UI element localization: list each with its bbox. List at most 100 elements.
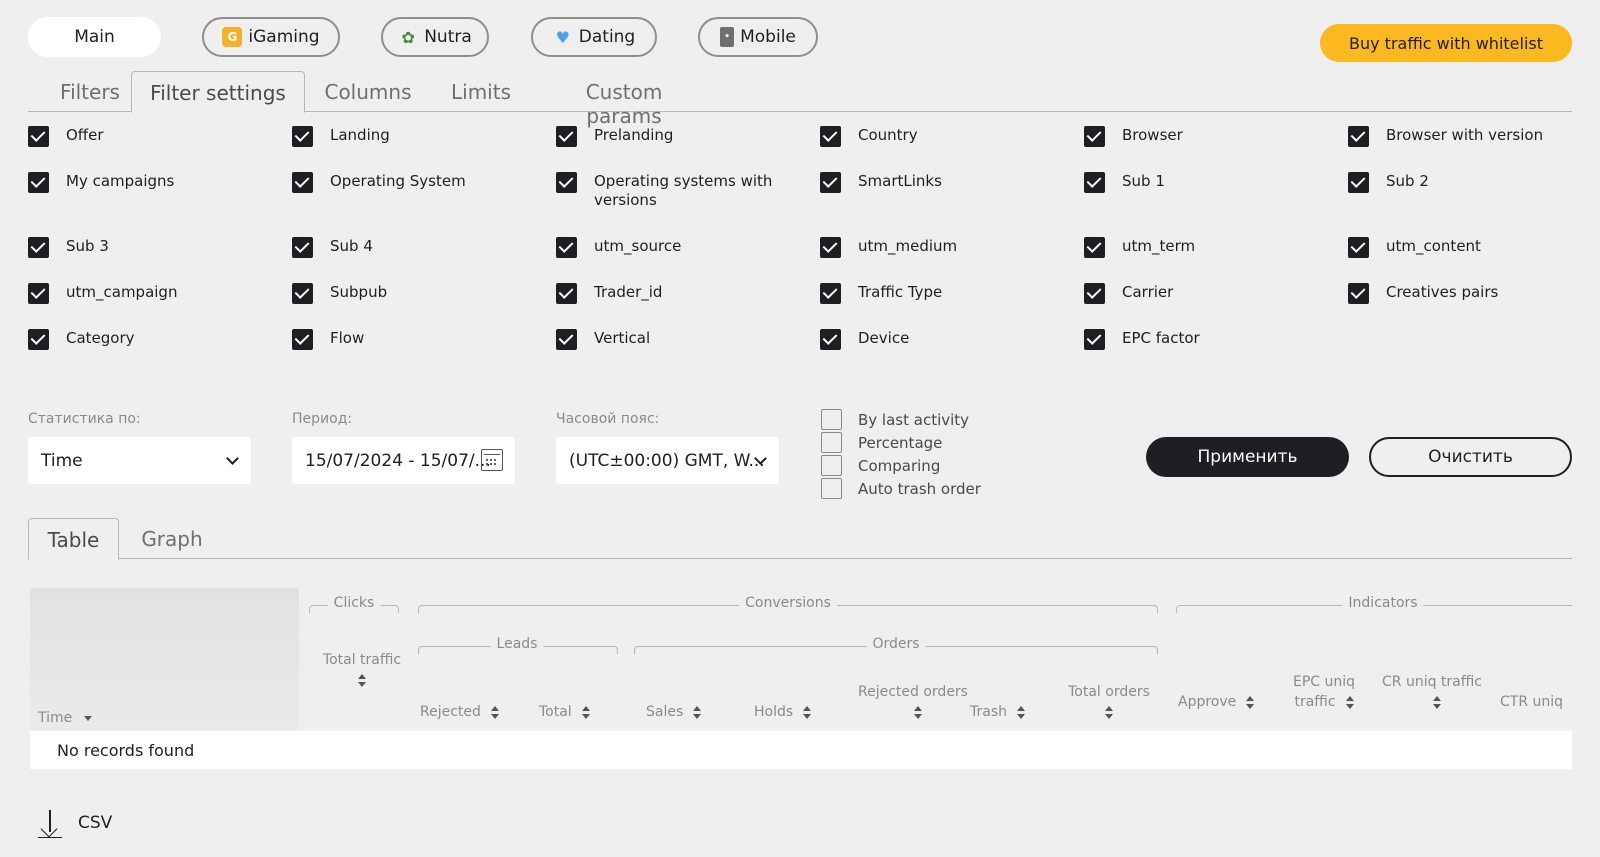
checkbox-checked-icon <box>1348 283 1369 304</box>
checkbox-smartlinks[interactable]: SmartLinks <box>820 172 1060 193</box>
checkbox-sub-1[interactable]: Sub 1 <box>1084 172 1324 193</box>
sort-icon <box>1105 705 1113 719</box>
csv-download-button[interactable]: CSV <box>36 808 112 838</box>
checkbox-utm-term[interactable]: utm_term <box>1084 237 1324 258</box>
vertical-main-button[interactable]: Main <box>28 17 161 57</box>
download-icon <box>36 808 64 838</box>
vertical-nutra-button[interactable]: ✿ Nutra <box>381 17 489 57</box>
option-percentage[interactable]: Percentage <box>821 432 942 453</box>
column-total[interactable]: Total <box>539 702 590 722</box>
apply-button[interactable]: Применить <box>1146 437 1349 477</box>
checkbox-sub-4[interactable]: Sub 4 <box>292 237 532 258</box>
column-ctr-uniq[interactable]: CTR uniq <box>1500 692 1563 712</box>
column-holds[interactable]: Holds <box>754 702 812 722</box>
checkbox-subpub[interactable]: Subpub <box>292 283 532 304</box>
time-column-header[interactable]: Time <box>30 588 299 730</box>
checkbox-checked-icon <box>28 283 49 304</box>
checkbox-checked-icon <box>1348 172 1369 193</box>
buy-traffic-button[interactable]: Buy traffic with whitelist <box>1320 24 1572 62</box>
checkbox-checked-icon <box>556 126 577 147</box>
column-cr-uniq-traffic[interactable]: CR uniq traffic <box>1382 672 1482 712</box>
clear-button[interactable]: Очистить <box>1369 437 1572 477</box>
vertical-igaming-button[interactable]: G iGaming <box>202 17 340 57</box>
checkbox-checked-icon <box>1084 126 1105 147</box>
tab-filters[interactable]: Filters <box>50 71 130 112</box>
timezone-value: (UTC±00:00) GMT, W... <box>569 450 765 471</box>
column-sales[interactable]: Sales <box>646 702 702 722</box>
checkbox-checked-icon <box>1084 329 1105 350</box>
checkbox-checked-icon <box>1084 172 1105 193</box>
checkbox-traffic-type[interactable]: Traffic Type <box>820 283 1060 304</box>
checkbox-prelanding[interactable]: Prelanding <box>556 126 796 147</box>
column-total-orders[interactable]: Total orders <box>1064 682 1154 722</box>
option-by-last-activity[interactable]: By last activity <box>821 409 969 430</box>
tab-limits[interactable]: Limits <box>446 71 516 112</box>
checkbox-flow[interactable]: Flow <box>292 329 532 350</box>
checkbox-utm-source[interactable]: utm_source <box>556 237 796 258</box>
checkbox-checked-icon <box>820 172 841 193</box>
checkbox-checked-icon <box>556 283 577 304</box>
checkbox-landing[interactable]: Landing <box>292 126 532 147</box>
checkbox-creatives-pairs[interactable]: Creatives pairs <box>1348 283 1588 304</box>
stats-by-label: Статистика по: <box>28 411 141 427</box>
vertical-label: Mobile <box>740 27 796 47</box>
checkbox-checked-icon <box>820 283 841 304</box>
checkbox-checked-icon <box>28 172 49 193</box>
checkbox-my-campaigns[interactable]: My campaigns <box>28 172 268 193</box>
dating-icon: ♥ <box>555 27 570 47</box>
checkbox-checked-icon <box>556 237 577 258</box>
checkbox-os-with-versions[interactable]: Operating systems with versions <box>556 172 776 210</box>
column-trash[interactable]: Trash <box>970 702 1025 722</box>
checkbox-checked-icon <box>1084 283 1105 304</box>
csv-label: CSV <box>78 813 113 833</box>
checkbox-utm-campaign[interactable]: utm_campaign <box>28 283 268 304</box>
checkbox-operating-system[interactable]: Operating System <box>292 172 532 193</box>
checkbox-carrier[interactable]: Carrier <box>1084 283 1324 304</box>
option-comparing[interactable]: Comparing <box>821 455 940 476</box>
tab-graph[interactable]: Graph <box>132 518 212 559</box>
vertical-label: Nutra <box>424 27 472 47</box>
checkbox-country[interactable]: Country <box>820 126 1060 147</box>
leads-group-label: Leads <box>490 636 544 652</box>
checkbox-checked-icon <box>1084 237 1105 258</box>
column-rejected[interactable]: Rejected <box>420 702 499 722</box>
checkbox-trader-id[interactable]: Trader_id <box>556 283 796 304</box>
vertical-mobile-button[interactable]: • Mobile <box>698 17 818 57</box>
checkbox-browser[interactable]: Browser <box>1084 126 1324 147</box>
checkbox-browser-with-version[interactable]: Browser with version <box>1348 126 1588 147</box>
timezone-select[interactable]: (UTC±00:00) GMT, W... <box>556 437 779 484</box>
sort-icon <box>693 705 702 719</box>
checkbox-utm-content[interactable]: utm_content <box>1348 237 1588 258</box>
checkbox-checked-icon <box>820 126 841 147</box>
checkbox-checked-icon <box>1348 237 1369 258</box>
tab-table[interactable]: Table <box>28 518 119 560</box>
checkbox-sub-2[interactable]: Sub 2 <box>1348 172 1588 193</box>
calendar-icon <box>481 449 503 471</box>
checkbox-checked-icon <box>556 172 577 193</box>
tab-custom-params[interactable]: Custom params <box>549 71 699 128</box>
period-picker[interactable]: 15/07/2024 - 15/07/... <box>292 437 515 484</box>
chevron-down-icon <box>226 452 239 465</box>
checkbox-category[interactable]: Category <box>28 329 268 350</box>
checkbox-device[interactable]: Device <box>820 329 1060 350</box>
checkbox-utm-medium[interactable]: utm_medium <box>820 237 1060 258</box>
settings-tabs: Filters Filter settings Columns Limits C… <box>28 71 1572 128</box>
checkbox-checked-icon <box>292 126 313 147</box>
sort-icon <box>1017 705 1025 719</box>
vertical-dating-button[interactable]: ♥ Dating <box>531 17 657 57</box>
checkbox-offer[interactable]: Offer <box>28 126 268 147</box>
column-approve[interactable]: Approve <box>1178 692 1255 712</box>
column-epc-uniq-traffic[interactable]: EPC uniq traffic <box>1274 672 1374 712</box>
option-auto-trash-order[interactable]: Auto trash order <box>821 478 981 499</box>
checkbox-epc-factor[interactable]: EPC factor <box>1084 329 1324 350</box>
column-total-traffic[interactable]: Total traffic <box>322 650 402 690</box>
column-rejected-orders[interactable]: Rejected orders <box>858 682 968 722</box>
checkbox-checked-icon <box>820 329 841 350</box>
nutra-icon: ✿ <box>401 27 415 47</box>
tab-columns[interactable]: Columns <box>324 71 412 112</box>
checkbox-sub-3[interactable]: Sub 3 <box>28 237 268 258</box>
stats-by-select[interactable]: Time <box>28 437 251 484</box>
tab-filter-settings[interactable]: Filter settings <box>131 71 305 113</box>
sort-icon <box>581 705 590 719</box>
checkbox-vertical[interactable]: Vertical <box>556 329 796 350</box>
